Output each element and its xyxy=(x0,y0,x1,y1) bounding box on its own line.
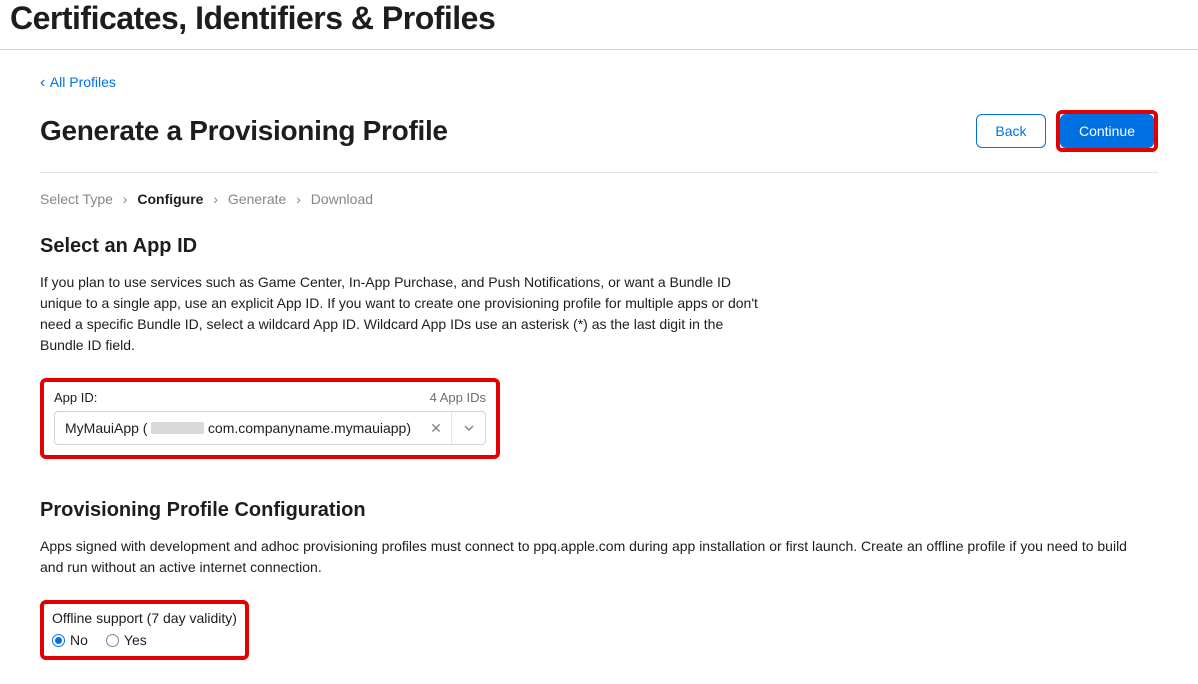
appid-description: If you plan to use services such as Game… xyxy=(40,272,760,356)
offline-radio-no[interactable]: No xyxy=(52,632,88,648)
appid-count: 4 App IDs xyxy=(430,390,486,405)
config-description: Apps signed with development and adhoc p… xyxy=(40,536,1140,578)
radio-icon xyxy=(106,634,119,647)
all-profiles-link[interactable]: All Profiles xyxy=(40,74,116,92)
step-select-type: Select Type xyxy=(40,191,113,207)
appid-heading: Select an App ID xyxy=(40,235,1158,258)
profile-title: Generate a Provisioning Profile xyxy=(40,115,448,147)
breadcrumb: Select Type › Configure › Generate › Dow… xyxy=(40,191,1158,207)
appid-section: Select an App ID If you plan to use serv… xyxy=(40,235,1158,459)
chevron-right-icon: › xyxy=(123,191,128,207)
offline-radio-group: No Yes xyxy=(52,632,237,648)
clear-icon[interactable]: ✕ xyxy=(421,420,451,437)
continue-button[interactable]: Continue xyxy=(1060,114,1154,148)
action-buttons: Back Continue xyxy=(976,110,1158,152)
chevron-right-icon: › xyxy=(213,191,218,207)
appid-label: App ID: xyxy=(54,390,97,405)
appid-highlight: App ID: 4 App IDs MyMauiApp ( com.compan… xyxy=(40,378,500,459)
page-title: Certificates, Identifiers & Profiles xyxy=(10,0,1188,37)
appid-value: MyMauiApp ( com.companyname.mymauiapp) xyxy=(55,420,421,436)
config-section: Provisioning Profile Configuration Apps … xyxy=(40,499,1158,660)
redacted-prefix xyxy=(151,422,203,434)
step-download: Download xyxy=(311,191,373,207)
title-row: Generate a Provisioning Profile Back Con… xyxy=(40,110,1158,173)
offline-label: Offline support (7 day validity) xyxy=(52,610,237,626)
page-header: Certificates, Identifiers & Profiles xyxy=(0,0,1198,50)
step-generate: Generate xyxy=(228,191,286,207)
appid-field-header: App ID: 4 App IDs xyxy=(54,390,486,405)
offline-highlight: Offline support (7 day validity) No Yes xyxy=(40,600,249,660)
offline-radio-yes[interactable]: Yes xyxy=(106,632,147,648)
chevron-down-icon[interactable] xyxy=(451,412,485,444)
back-button[interactable]: Back xyxy=(976,114,1046,148)
config-heading: Provisioning Profile Configuration xyxy=(40,499,1158,522)
step-configure: Configure xyxy=(137,191,203,207)
appid-dropdown[interactable]: MyMauiApp ( com.companyname.mymauiapp) ✕ xyxy=(54,411,486,445)
chevron-right-icon: › xyxy=(296,191,301,207)
continue-highlight: Continue xyxy=(1056,110,1158,152)
radio-icon-checked xyxy=(52,634,65,647)
content-area: All Profiles Generate a Provisioning Pro… xyxy=(0,50,1198,684)
